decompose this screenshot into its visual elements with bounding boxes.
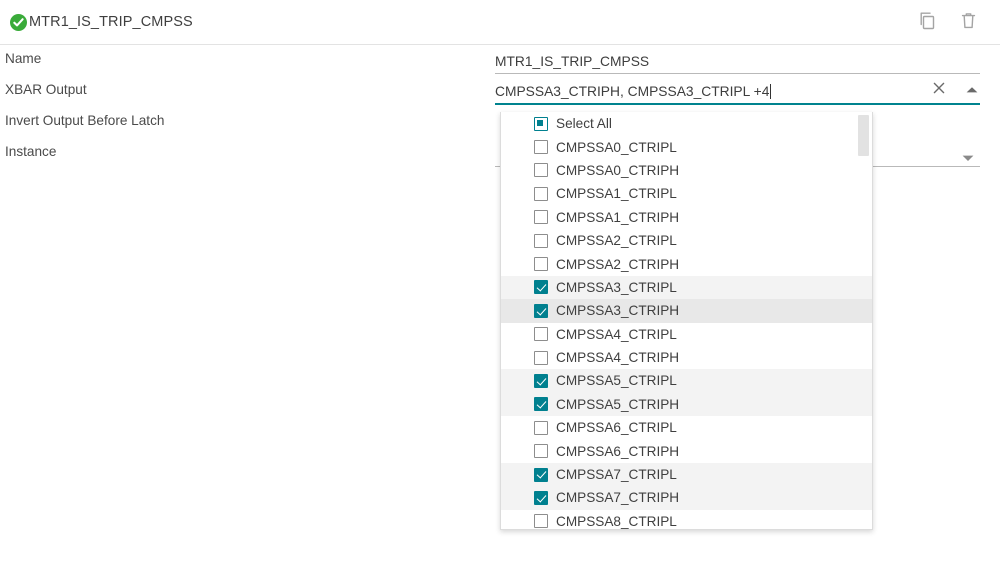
dropdown-option-label: Select All: [556, 116, 612, 132]
dropdown-option[interactable]: Select All: [501, 112, 872, 135]
dropdown-option-label: CMPSSA4_CTRIPL: [556, 326, 677, 342]
xbar-output-dropdown-panel[interactable]: Select All CMPSSA0_CTRIPL CMPSSA0_CTRIPH CM…: [500, 112, 873, 530]
name-input[interactable]: MTR1_IS_TRIP_CMPSS: [495, 49, 980, 74]
header-left-group: MTR1_IS_TRIP_CMPSS: [0, 13, 193, 31]
dropdown-option[interactable]: CMPSSA2_CTRIPL: [501, 229, 872, 252]
dropdown-option[interactable]: CMPSSA7_CTRIPL: [501, 462, 872, 487]
option-checkbox[interactable]: [534, 490, 548, 505]
xbar-output-controls: [932, 81, 979, 100]
dropdown-option[interactable]: CMPSSA3_CTRIPH: [501, 299, 872, 323]
dropdown-option[interactable]: CMPSSA1_CTRIPH: [501, 206, 872, 229]
dropdown-option-label: CMPSSA8_CTRIPL: [556, 513, 677, 529]
xbar-output-input[interactable]: CMPSSA3_CTRIPH, CMPSSA3_CTRIPL +4: [495, 80, 980, 105]
dropdown-option-label: CMPSSA7_CTRIPH: [556, 490, 680, 506]
field-name: MTR1_IS_TRIP_CMPSS: [495, 45, 985, 74]
header-actions: [918, 0, 978, 45]
close-icon[interactable]: [932, 81, 946, 100]
chevron-down-icon[interactable]: [961, 150, 975, 168]
dropdown-option-label: CMPSSA7_CTRIPL: [556, 467, 677, 483]
option-checkbox[interactable]: [534, 280, 548, 295]
dropdown-option-label: CMPSSA0_CTRIPL: [556, 139, 677, 155]
dropdown-option[interactable]: CMPSSA1_CTRIPL: [501, 182, 872, 205]
dropdown-option-label: CMPSSA0_CTRIPH: [556, 162, 680, 178]
option-checkbox[interactable]: [534, 467, 548, 482]
page-title: MTR1_IS_TRIP_CMPSS: [29, 14, 193, 30]
option-checkbox[interactable]: [534, 186, 548, 201]
dropdown-option-label: CMPSSA6_CTRIPH: [556, 443, 680, 459]
dropdown-option-label: CMPSSA6_CTRIPL: [556, 420, 677, 436]
check-circle-icon: [10, 13, 27, 31]
option-checkbox[interactable]: [534, 444, 548, 459]
dropdown-option[interactable]: CMPSSA6_CTRIPH: [501, 439, 872, 462]
field-xbar-output: CMPSSA3_CTRIPH, CMPSSA3_CTRIPL +4: [495, 76, 985, 105]
dropdown-option-label: CMPSSA3_CTRIPL: [556, 279, 677, 295]
option-checkbox[interactable]: [534, 257, 548, 272]
select-all-checkbox[interactable]: [534, 116, 548, 131]
dropdown-option[interactable]: CMPSSA2_CTRIPH: [501, 252, 872, 275]
property-editor-panel: MTR1_IS_TRIP_CMPSS Name MTR1_IS_TRIP_CMP…: [0, 0, 1000, 561]
dropdown-option[interactable]: CMPSSA8_CTRIPL: [501, 510, 872, 529]
option-checkbox[interactable]: [534, 327, 548, 342]
dropdown-option-label: CMPSSA2_CTRIPL: [556, 233, 677, 249]
option-checkbox[interactable]: [534, 210, 548, 225]
option-checkbox[interactable]: [534, 350, 548, 365]
dropdown-option-label: CMPSSA3_CTRIPH: [556, 303, 680, 319]
dropdown-option[interactable]: CMPSSA4_CTRIPH: [501, 346, 872, 369]
trash-icon[interactable]: [959, 11, 978, 35]
name-input-value: MTR1_IS_TRIP_CMPSS: [495, 53, 650, 69]
dropdown-option-label: CMPSSA1_CTRIPH: [556, 209, 680, 225]
dropdown-option-label: CMPSSA5_CTRIPH: [556, 396, 680, 412]
option-checkbox[interactable]: [534, 420, 548, 435]
form-row-name: Name MTR1_IS_TRIP_CMPSS: [0, 45, 1000, 76]
option-checkbox[interactable]: [534, 303, 548, 318]
text-caret: [770, 84, 772, 99]
dropdown-option-label: CMPSSA1_CTRIPL: [556, 186, 677, 202]
field-invert-output: [495, 107, 985, 111]
option-checkbox[interactable]: [534, 140, 548, 155]
dropdown-scrollbar-thumb[interactable]: [858, 115, 869, 156]
option-checkbox[interactable]: [534, 514, 548, 529]
form-row-xbar-output: XBAR Output CMPSSA3_CTRIPH, CMPSSA3_CTRI…: [0, 76, 1000, 107]
dropdown-option[interactable]: CMPSSA5_CTRIPL: [501, 369, 872, 393]
chevron-up-icon[interactable]: [965, 82, 979, 100]
dropdown-option-label: CMPSSA5_CTRIPL: [556, 373, 677, 389]
dropdown-option[interactable]: CMPSSA5_CTRIPH: [501, 392, 872, 417]
option-checkbox[interactable]: [534, 163, 548, 178]
dropdown-option[interactable]: CMPSSA7_CTRIPH: [501, 486, 872, 510]
dropdown-scrollbar[interactable]: [858, 114, 869, 528]
panel-header: MTR1_IS_TRIP_CMPSS: [0, 0, 1000, 45]
option-checkbox[interactable]: [534, 397, 548, 412]
label-instance: Instance: [5, 144, 57, 159]
xbar-output-option-list: Select All CMPSSA0_CTRIPL CMPSSA0_CTRIPH CM…: [501, 112, 872, 529]
label-name: Name: [5, 51, 42, 66]
dropdown-option[interactable]: CMPSSA0_CTRIPL: [501, 135, 872, 158]
dropdown-option-label: CMPSSA4_CTRIPH: [556, 350, 680, 366]
xbar-output-value: CMPSSA3_CTRIPH, CMPSSA3_CTRIPL +4: [495, 84, 770, 99]
dropdown-option[interactable]: CMPSSA0_CTRIPH: [501, 159, 872, 182]
option-checkbox[interactable]: [534, 233, 548, 248]
label-invert-output: Invert Output Before Latch: [5, 113, 165, 128]
dropdown-option[interactable]: CMPSSA3_CTRIPL: [501, 275, 872, 300]
option-checkbox[interactable]: [534, 373, 548, 388]
dropdown-option[interactable]: CMPSSA6_CTRIPL: [501, 416, 872, 439]
dropdown-option-label: CMPSSA2_CTRIPH: [556, 256, 680, 272]
dropdown-option[interactable]: CMPSSA4_CTRIPL: [501, 323, 872, 346]
copy-icon[interactable]: [918, 11, 937, 35]
label-xbar-output: XBAR Output: [5, 82, 87, 97]
